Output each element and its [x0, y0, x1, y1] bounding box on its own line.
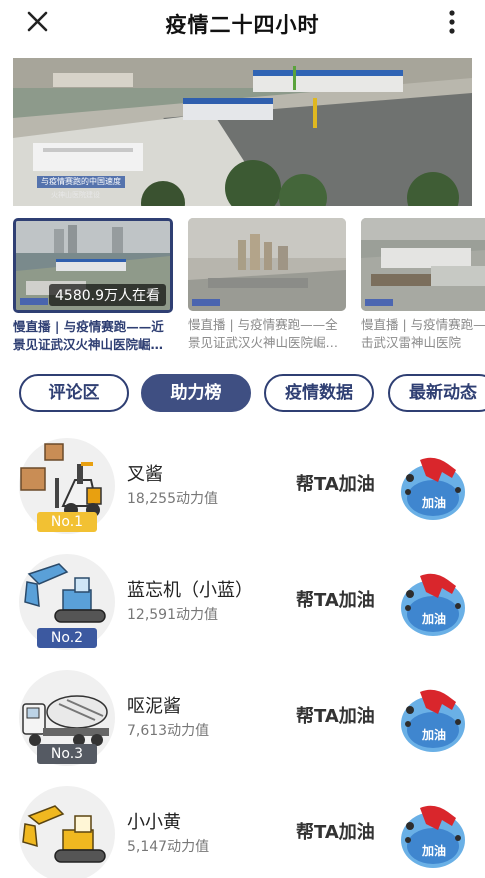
fuel-nozzle-icon: [401, 573, 465, 636]
power-value: 7,613动力值: [127, 723, 210, 739]
fuel-nozzle-icon: [401, 457, 465, 520]
thumb-badge: [365, 299, 393, 306]
tab-epidemic-data[interactable]: 疫情数据: [264, 374, 374, 412]
stream-thumbnail[interactable]: [361, 218, 485, 311]
fuel-button[interactable]: 加油: [398, 452, 468, 522]
top-bar: 疫情二十四小时: [0, 0, 485, 48]
power-value: 12,591动力值: [127, 607, 218, 623]
caption-subtitle: 火神山医院建设: [51, 191, 100, 199]
tab-support-ranking[interactable]: 助力榜: [141, 374, 251, 412]
thumb-badge: [192, 299, 220, 306]
stream-card[interactable]: 4580.9万人在看 慢直播 | 与疫情赛跑——近景见证武汉火神山医院崛…: [13, 218, 173, 354]
stream-title[interactable]: 慢直播 | 与疫情赛跑——直击武汉雷神山医院: [361, 316, 485, 352]
ranking-item: 小小黄 5,147动力值 帮TA加油 加油: [0, 786, 485, 878]
fuel-nozzle-icon: [401, 689, 465, 752]
rank-badge: No.3: [37, 744, 97, 764]
tab-latest-news[interactable]: 最新动态: [388, 374, 485, 412]
caption-tag: 与疫情赛跑的中国速度: [37, 176, 125, 188]
live-video-player[interactable]: 与疫情赛跑的中国速度 火神山医院建设: [13, 58, 472, 206]
page-title: 疫情二十四小时: [165, 13, 320, 37]
supporter-name: 小小黄: [127, 812, 181, 833]
rank-badge: No.2: [37, 628, 97, 648]
stream-card[interactable]: 慢直播 | 与疫情赛跑——全景见证武汉火神山医院崛…: [188, 218, 348, 352]
fuel-nozzle-icon: [401, 805, 465, 868]
video-caption: 与疫情赛跑的中国速度 火神山医院建设: [37, 176, 155, 202]
supporter-name: 蓝忘机（小蓝）: [127, 580, 253, 601]
stream-thumbnail[interactable]: 4580.9万人在看: [13, 218, 173, 313]
supporter-name: 叉酱: [127, 464, 163, 485]
fuel-button[interactable]: 加油: [398, 568, 468, 638]
thumb-badge: [20, 298, 48, 305]
ranking-item: No.1 叉酱 18,255动力值 帮TA加油 加油: [0, 438, 485, 550]
fuel-button[interactable]: 加油: [398, 684, 468, 754]
cheer-text[interactable]: 帮TA加油: [296, 470, 375, 496]
supporter-name: 呕泥酱: [127, 696, 181, 717]
stream-title[interactable]: 慢直播 | 与疫情赛跑——近景见证武汉火神山医院崛…: [13, 318, 173, 354]
ranking-item: No.2 蓝忘机（小蓝） 12,591动力值 帮TA加油 加油: [0, 554, 485, 666]
cheer-text[interactable]: 帮TA加油: [296, 586, 375, 612]
fuel-label: 加油: [421, 728, 446, 742]
tab-bar: 评论区 助力榜 疫情数据 最新动态: [19, 374, 485, 414]
fuel-label: 加油: [421, 844, 446, 858]
fuel-label: 加油: [421, 496, 446, 510]
cheer-text[interactable]: 帮TA加油: [296, 702, 375, 728]
fuel-button[interactable]: 加油: [398, 800, 468, 870]
fuel-label: 加油: [421, 612, 446, 626]
power-value: 18,255动力值: [127, 491, 218, 507]
rank-badge: No.1: [37, 512, 97, 532]
excavator-icon: [22, 805, 106, 863]
stream-card[interactable]: 慢直播 | 与疫情赛跑——直击武汉雷神山医院: [361, 218, 485, 352]
stream-thumbnail[interactable]: [188, 218, 346, 311]
cheer-text[interactable]: 帮TA加油: [296, 818, 375, 844]
avatar: [19, 786, 119, 878]
ranking-item: No.3 呕泥酱 7,613动力值 帮TA加油 加油: [0, 670, 485, 782]
avatar: No.1: [19, 438, 119, 538]
avatar: No.2: [19, 554, 119, 654]
power-value: 5,147动力值: [127, 839, 210, 855]
viewer-count: 4580.9万人在看: [49, 284, 166, 306]
more-vertical-icon[interactable]: [447, 8, 457, 38]
stream-title[interactable]: 慢直播 | 与疫情赛跑——全景见证武汉火神山医院崛…: [188, 316, 348, 352]
stream-carousel[interactable]: 4580.9万人在看 慢直播 | 与疫情赛跑——近景见证武汉火神山医院崛… 慢直…: [13, 218, 485, 360]
tab-comments[interactable]: 评论区: [19, 374, 129, 412]
avatar: No.3: [19, 670, 119, 770]
